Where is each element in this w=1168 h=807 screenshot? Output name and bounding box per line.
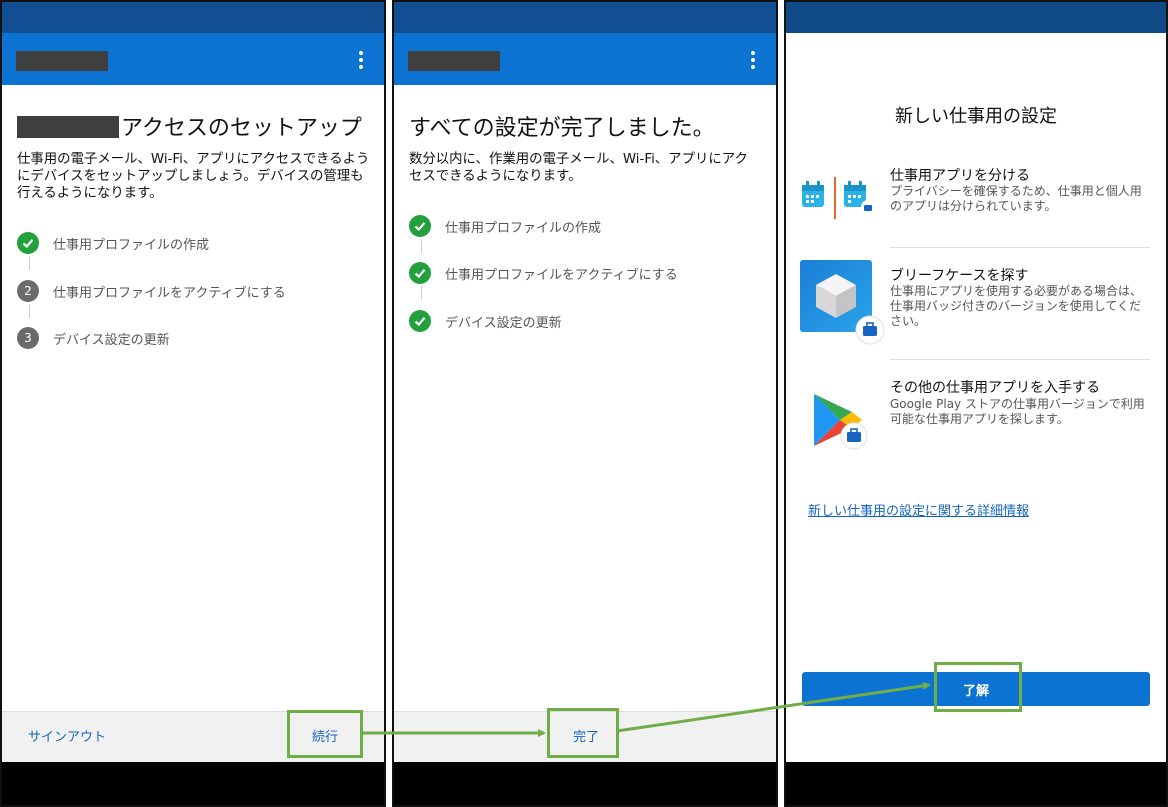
step-create-profile: 仕事用プロファイルの作成	[409, 214, 601, 238]
step-update-device: デバイス設定の更新	[409, 309, 562, 333]
page-title: アクセスのセットアップ	[17, 110, 362, 142]
navigation-bar	[2, 762, 384, 805]
navigation-bar	[394, 762, 776, 805]
calendar-split-icon	[800, 177, 880, 221]
setup-complete-screen: すべての設定が完了しました。 数分以内に、作業用の電子メール、Wi-Fi、アプリ…	[392, 0, 778, 807]
step-label: 仕事用プロファイルの作成	[53, 237, 210, 253]
app-bar	[2, 33, 384, 85]
step-connector	[29, 256, 30, 270]
step-label: デバイス設定の更新	[53, 332, 170, 348]
done-highlight-box	[547, 708, 619, 758]
more-options-icon[interactable]	[358, 51, 364, 69]
step-activate-profile: 2 仕事用プロファイルをアクティブにする	[17, 279, 286, 303]
divider	[890, 359, 1150, 360]
feature-title: ブリーフケースを探す	[890, 268, 1029, 284]
status-bar	[394, 2, 776, 33]
feature-description: 仕事用にアプリを使用する必要がある場合は、仕事用バッジ付きのバージョンを使用して…	[890, 284, 1143, 328]
redacted-app-name	[16, 51, 108, 71]
page-title-text: アクセスのセットアップ	[121, 116, 362, 141]
feature-title: 仕事用アプリを分ける	[890, 168, 1030, 184]
step-number-badge: 2	[17, 280, 39, 302]
learn-more-link[interactable]: 新しい仕事用の設定に関する詳細情報	[808, 500, 1029, 519]
step-connector	[421, 239, 422, 253]
page-description: 数分以内に、作業用の電子メール、Wi-Fi、アプリにアクセスできるようになります…	[409, 152, 748, 184]
check-icon	[409, 262, 431, 284]
page-title: 新しい仕事用の設定	[895, 106, 1057, 127]
briefcase-cube-icon	[800, 260, 886, 346]
sign-out-button[interactable]: サインアウト	[28, 726, 106, 745]
status-bar	[2, 2, 384, 33]
work-setup-intro-screen: 新しい仕事用の設定 仕事用アプリを分ける プライバシーを確保するため、仕事用と個…	[784, 0, 1168, 807]
google-play-icon	[810, 390, 874, 454]
step-label: 仕事用プロファイルをアクティブにする	[53, 285, 286, 301]
feature-title: その他の仕事用アプリを入手する	[890, 380, 1100, 396]
step-number-badge: 3	[17, 327, 39, 349]
check-icon	[17, 232, 39, 254]
status-bar	[786, 2, 1166, 33]
continue-highlight-box	[287, 710, 363, 758]
redacted-app-name	[408, 51, 500, 71]
got-it-highlight-box	[934, 662, 1022, 712]
divider	[890, 247, 1150, 248]
step-update-device: 3 デバイス設定の更新	[17, 326, 170, 350]
page-title: すべての設定が完了しました。	[409, 116, 715, 141]
redacted-org-name	[17, 116, 119, 138]
feature-description: プライバシーを確保するため、仕事用と個人用のアプリは分けられています。	[890, 184, 1142, 213]
feature-description: Google Play ストアの仕事用バージョンで利用可能な仕事用アプリを探しま…	[890, 397, 1145, 426]
step-activate-profile: 仕事用プロファイルをアクティブにする	[409, 261, 678, 285]
step-create-profile: 仕事用プロファイルの作成	[17, 231, 209, 255]
step-label: 仕事用プロファイルをアクティブにする	[445, 267, 678, 283]
check-icon	[409, 215, 431, 237]
app-bar	[394, 33, 776, 85]
page-description: 仕事用の電子メール、Wi-Fi、アプリにアクセスできるようにデバイスをセットアッ…	[17, 152, 370, 201]
setup-screen: アクセスのセットアップ 仕事用の電子メール、Wi-Fi、アプリにアクセスできるよ…	[0, 0, 386, 807]
more-options-icon[interactable]	[750, 51, 756, 69]
navigation-bar	[786, 762, 1166, 805]
check-icon	[409, 310, 431, 332]
step-label: 仕事用プロファイルの作成	[445, 220, 602, 236]
step-label: デバイス設定の更新	[445, 315, 562, 331]
step-connector	[29, 304, 30, 318]
step-connector	[421, 286, 422, 300]
